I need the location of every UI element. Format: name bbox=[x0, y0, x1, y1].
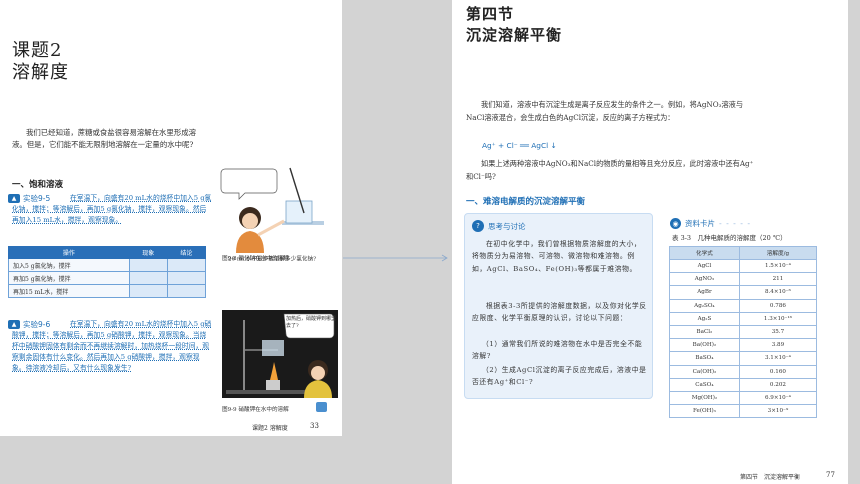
table-cell: Ag₂S bbox=[669, 311, 740, 326]
media-icon bbox=[316, 402, 327, 412]
section-heading: 一、饱和溶液 bbox=[12, 180, 64, 190]
discussion-question: （1）通常我们所说的难溶物在水中是否完全不能溶解? bbox=[472, 340, 643, 361]
lesson-title: 溶解度 bbox=[12, 62, 69, 83]
table-row: AgBr 8.4×10⁻⁶ bbox=[669, 285, 818, 300]
data-card-title: 资料卡片 bbox=[685, 219, 715, 228]
table-cell: 再加5 g氯化钠，搅拌 bbox=[8, 271, 130, 285]
page-number: 77 bbox=[826, 471, 835, 479]
table-cell: Ba(OH)₂ bbox=[669, 338, 740, 353]
table-row: 再加5 g氯化钠，搅拌 bbox=[8, 271, 207, 285]
table-cell: BaCl₂ bbox=[669, 324, 740, 340]
table-cell: 3.1×10⁻⁴ bbox=[738, 351, 818, 366]
table-cell: Ag₂SO₄ bbox=[669, 298, 740, 313]
table-row: 再加15 mL水，搅拌 bbox=[8, 284, 207, 298]
left-textbook-page: 课题2 溶解度 我们已经知道，蔗糖或食盐很容易溶解在水里形成溶液。但是，它们能不… bbox=[0, 0, 342, 436]
table-cell: 0.202 bbox=[738, 377, 818, 392]
table-row: Ag₂SO₄ 0.786 bbox=[669, 298, 818, 313]
page-number: 33 bbox=[310, 422, 319, 430]
discussion-paragraph: 在初中化学中，我们曾根据物质溶解度的大小，将物质分为易溶物、可溶物、微溶物和难溶… bbox=[472, 240, 642, 273]
intro-paragraph: 我们已经知道，蔗糖或食盐很容易溶解在水里形成溶液。但是，它们能不能无限制地溶解在… bbox=[12, 128, 196, 149]
arrow-connector bbox=[343, 254, 448, 262]
right-textbook-page: 第四节 沉淀溶解平衡 我们知道，溶液中有沉淀生成是离子反应发生的条件之一。例如，… bbox=[452, 0, 848, 484]
table-header: 化学式 bbox=[669, 246, 740, 260]
table-cell: 0.160 bbox=[738, 364, 818, 379]
table-cell: 加入5 g氯化钠，搅拌 bbox=[8, 258, 130, 272]
table-cell: 6.9×10⁻⁴ bbox=[738, 390, 818, 406]
figure-student-beaker bbox=[220, 163, 338, 253]
question-paragraph: 如果上述两种溶液中AgNO₃和NaCl的物质的量相等且充分反应，此时溶液中还有A… bbox=[466, 159, 754, 181]
solubility-table: 化学式 溶解度/g AgCl 1.5×10⁻⁴ AgNO₃ 211 AgBr 8.4×10… bbox=[669, 246, 818, 419]
table-cell: BaSO₄ bbox=[669, 351, 740, 366]
table-cell: Ca(OH)₂ bbox=[669, 364, 740, 379]
table-cell: CaSO₄ bbox=[669, 377, 740, 392]
table-row: Ca(OH)₂ 0.160 bbox=[669, 364, 818, 379]
table-row: Fe(OH)₃ 3×10⁻⁹ bbox=[669, 404, 818, 419]
table-row: AgNO₃ 211 bbox=[669, 272, 818, 287]
section-label: 第四节 bbox=[466, 5, 515, 23]
table-cell: 8.4×10⁻⁶ bbox=[738, 285, 818, 300]
discussion-icon: ? bbox=[472, 220, 484, 232]
table-cell: 211 bbox=[738, 272, 818, 287]
table-row: 加入5 g氯化钠，搅拌 bbox=[8, 258, 207, 272]
table-cell: 1.5×10⁻⁴ bbox=[738, 258, 818, 274]
discussion-paragraph: 根据表3-3所提供的溶解度数据，以及你对化学反应限度、化学平衡原理的认识，讨论以… bbox=[472, 302, 647, 323]
table-header: 现象 bbox=[128, 246, 168, 259]
figure-caption-2: 图9-9 硝酸钾在水中的溶解 bbox=[222, 407, 289, 413]
experiment-text: 在室温下，向盛有20 mL水的烧杯中加入5 g硝酸钾，搅拌；等溶解后，再加5 g… bbox=[12, 320, 212, 372]
table-cell: AgCl bbox=[669, 258, 740, 274]
experiment-text: 在室温下，向盛有20 mL水的烧杯中加入5 g氯化钠，搅拌；等溶解后，再加5 g… bbox=[12, 194, 212, 224]
table-row: CaSO₄ 0.202 bbox=[669, 377, 818, 392]
table-cell: 再加15 mL水，搅拌 bbox=[8, 284, 130, 298]
data-card-icon: ◉ bbox=[670, 218, 681, 229]
table-row: Mg(OH)₂ 6.9×10⁻⁴ bbox=[669, 390, 818, 406]
table-cell: AgNO₃ bbox=[669, 272, 740, 287]
intro-paragraph: 我们知道，溶液中有沉淀生成是离子反应发生的条件之一。例如，将AgNO₃溶液与Na… bbox=[466, 100, 744, 122]
page-footer: 第四节 沉淀溶解平衡 bbox=[740, 474, 801, 481]
speech-bubble-2: 加热后，硝酸钾到哪里去了? bbox=[286, 316, 337, 329]
table-header: 操作 bbox=[8, 246, 130, 259]
table-cell: 35.7 bbox=[738, 324, 818, 340]
figure-caption-1: 图9-8 氯化钠在水中的溶解 bbox=[222, 256, 289, 262]
table-title: 表 3-3 几种电解质的溶解度（20 ℃） bbox=[672, 234, 787, 242]
table-row: Ba(OH)₂ 3.89 bbox=[669, 338, 818, 353]
data-card-heading: ◉ 资料卡片 - - - - - bbox=[670, 218, 751, 229]
table-header: 结论 bbox=[166, 246, 207, 259]
table-cell: Fe(OH)₃ bbox=[669, 404, 740, 419]
table-cell: 0.786 bbox=[738, 298, 818, 313]
table-cell: 1.3×10⁻¹⁶ bbox=[738, 311, 818, 326]
discussion-heading: ? 思考与讨论 bbox=[472, 220, 526, 232]
table-row: BaSO₄ 3.1×10⁻⁴ bbox=[669, 351, 818, 366]
section-heading: 一、难溶电解质的沉淀溶解平衡 bbox=[466, 197, 586, 207]
table-row: Ag₂S 1.3×10⁻¹⁶ bbox=[669, 311, 818, 326]
table-cell: Mg(OH)₂ bbox=[669, 390, 740, 406]
page-footer: 课题2 溶解度 bbox=[252, 425, 288, 432]
ionic-equation: Ag⁺ + Cl⁻ ══ AgCl ↓ bbox=[482, 141, 557, 150]
discussion-title: 思考与讨论 bbox=[488, 221, 526, 231]
discussion-question: （2）生成AgCl沉淀的离子反应完成后，溶液中是否还有Ag⁺和Cl⁻? bbox=[472, 366, 647, 387]
section-title: 沉淀溶解平衡 bbox=[466, 26, 563, 44]
table-row: AgCl 1.5×10⁻⁴ bbox=[669, 258, 818, 274]
table-cell: 3×10⁻⁹ bbox=[738, 404, 818, 419]
table-cell: 3.89 bbox=[738, 338, 818, 353]
table-cell: AgBr bbox=[669, 285, 740, 300]
table-row: BaCl₂ 35.7 bbox=[669, 324, 818, 340]
table-header: 溶解度/g bbox=[738, 246, 818, 260]
observation-table: 操作 现象 结论 加入5 g氯化钠，搅拌 再加5 g氯化钠，搅拌 再加15 mL… bbox=[8, 246, 207, 298]
